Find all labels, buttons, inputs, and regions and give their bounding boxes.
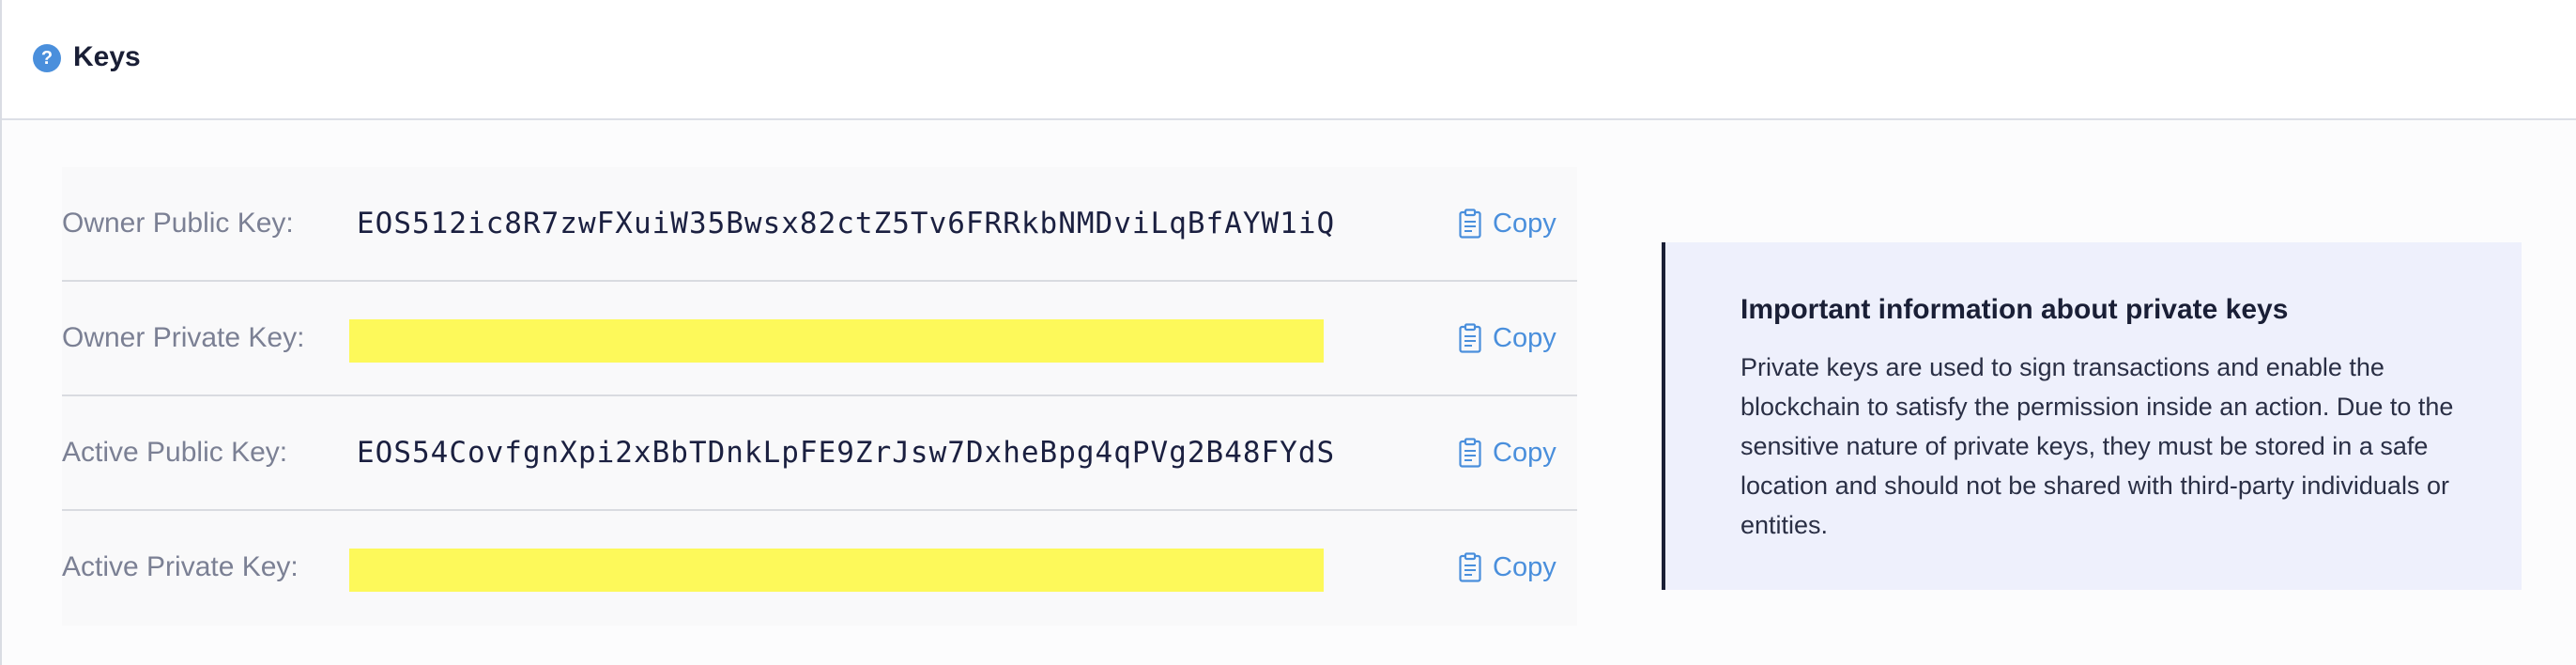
copy-label: Copy (1493, 322, 1556, 353)
clipboard-icon (1459, 323, 1481, 353)
info-body: Private keys are used to sign transactio… (1740, 353, 2454, 539)
key-row-owner-public: Owner Public Key: EOS512ic8R7zwFXuiW35Bw… (62, 167, 1577, 282)
clipboard-icon (1459, 552, 1481, 582)
key-row-active-public: Active Public Key: EOS54CovfgnXpi2xBbTDn… (62, 396, 1577, 511)
key-label: Owner Private Key: (62, 322, 305, 353)
copy-label: Copy (1493, 551, 1556, 582)
section-header: ? Keys (2, 0, 2576, 120)
key-value[interactable]: EOS54CovfgnXpi2xBbTDnkLpFE9ZrJsw7DxheBpg… (357, 432, 1335, 473)
redacted-key-value (349, 319, 1324, 363)
private-key-info-callout: Important information about private keys… (1662, 242, 2522, 590)
info-title: Important information about private keys (1740, 294, 2289, 325)
copy-button[interactable]: Copy (1459, 434, 1556, 472)
clipboard-icon (1459, 209, 1481, 239)
copy-button[interactable]: Copy (1459, 319, 1556, 357)
key-row-active-private: Active Private Key: Copy (62, 511, 1577, 626)
keys-panel: Owner Public Key: EOS512ic8R7zwFXuiW35Bw… (62, 167, 1577, 626)
clipboard-icon (1459, 438, 1481, 468)
copy-label: Copy (1493, 437, 1556, 468)
key-label: Owner Public Key: (62, 208, 294, 239)
redacted-key-value (349, 549, 1324, 592)
copy-label: Copy (1493, 208, 1556, 239)
copy-button[interactable]: Copy (1459, 549, 1556, 586)
key-label: Active Private Key: (62, 551, 299, 582)
section-title: Keys (73, 41, 141, 72)
key-label: Active Public Key: (62, 437, 288, 468)
key-value[interactable]: EOS512ic8R7zwFXuiW35Bwsx82ctZ5Tv6FRRkbNM… (357, 203, 1335, 244)
key-row-owner-private: Owner Private Key: Copy (62, 282, 1577, 396)
question-circle-icon[interactable]: ? (33, 44, 61, 72)
copy-button[interactable]: Copy (1459, 205, 1556, 242)
